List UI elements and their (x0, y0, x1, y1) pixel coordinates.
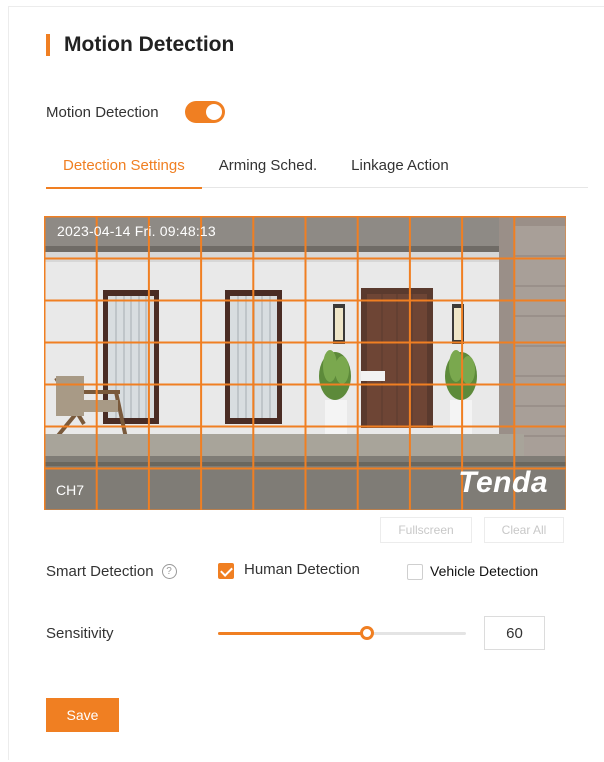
human-detection-checkbox[interactable] (218, 563, 234, 579)
video-preview[interactable]: 2023-04-14 Fri. 09:48:13 CH7 Tenda (44, 216, 566, 510)
brand-watermark: Tenda (458, 466, 548, 499)
vehicle-detection-checkbox[interactable] (407, 564, 423, 580)
human-detection-label[interactable]: Human Detection (244, 561, 360, 578)
page-title: Motion Detection (64, 33, 235, 56)
save-button[interactable]: Save (46, 698, 119, 732)
slider-thumb[interactable] (359, 626, 374, 640)
motion-detection-label: Motion Detection (46, 103, 159, 121)
smart-detection-label: Smart Detection (46, 562, 154, 580)
smart-detection-row: Smart Detection ? Human Detection Vehicl… (46, 560, 566, 582)
motion-detection-row: Motion Detection (46, 100, 225, 124)
tab-arming-schedule[interactable]: Arming Sched. (202, 150, 334, 188)
title-accent-bar (46, 34, 50, 56)
tab-bar: Detection Settings Arming Sched. Linkage… (46, 150, 588, 189)
sensitivity-slider[interactable] (218, 626, 466, 640)
tab-linkage-action[interactable]: Linkage Action (334, 150, 466, 188)
sensitivity-label: Sensitivity (46, 625, 114, 642)
video-channel: CH7 (56, 482, 85, 498)
page-header: Motion Detection (46, 32, 234, 58)
vehicle-detection-label[interactable]: Vehicle Detection (430, 563, 538, 579)
motion-detection-toggle[interactable] (184, 101, 225, 123)
clear-all-button[interactable]: Clear All (484, 517, 564, 543)
question-circle-icon[interactable]: ? (161, 563, 177, 579)
fullscreen-button[interactable]: Fullscreen (380, 517, 472, 543)
sensitivity-row: Sensitivity (46, 616, 566, 650)
slider-fill (218, 632, 367, 635)
tab-detection-settings[interactable]: Detection Settings (46, 150, 202, 189)
sensitivity-input[interactable] (484, 616, 545, 650)
toggle-knob (205, 104, 222, 120)
video-timestamp: 2023-04-14 Fri. 09:48:13 (57, 223, 216, 239)
